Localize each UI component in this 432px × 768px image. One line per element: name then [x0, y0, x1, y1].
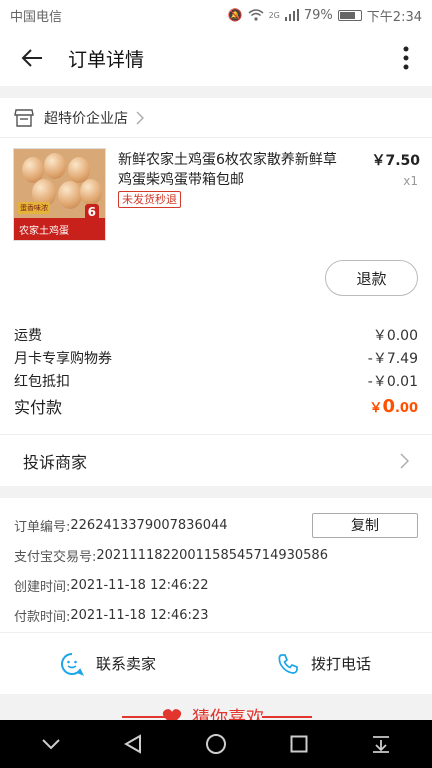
signal-icon [284, 9, 299, 21]
back-button[interactable] [18, 44, 46, 72]
contact-bar: 联系卖家 拨打电话 [0, 632, 432, 694]
product-image-band: 农家土鸡蛋 [14, 218, 105, 240]
carrier-label: 中国电信 [10, 9, 63, 25]
order-number-label: 订单编号: [14, 519, 71, 535]
product-image-tag: 蛋香味浓 [18, 202, 50, 214]
mute-icon: 🔕 [227, 8, 243, 22]
product-image[interactable]: 蛋香味浓 6 农家土鸡蛋 [13, 148, 106, 241]
nav-down-icon[interactable] [41, 738, 61, 750]
call-phone-label: 拨打电话 [310, 655, 371, 673]
complain-label: 投诉商家 [23, 452, 88, 472]
contact-seller-label: 联系卖家 [95, 655, 156, 673]
page-title: 订单详情 [68, 48, 145, 71]
cost-row-redpacket: 红包抵扣 -￥0.01 [14, 369, 418, 392]
divider [262, 716, 312, 718]
product-quantity: x1 [403, 174, 418, 188]
chevron-right-icon [400, 453, 409, 468]
cost-label: 月卡专享购物券 [14, 350, 112, 367]
nav-back-icon[interactable] [124, 734, 142, 754]
paid-row: 付款时间: 2021-11-18 12:46:23 [14, 600, 418, 630]
product-price: ￥7.50 [371, 153, 420, 169]
alipay-label: 支付宝交易号: [14, 549, 97, 565]
chat-icon [60, 652, 84, 676]
created-row: 创建时间: 2021-11-18 12:46:22 [14, 570, 418, 600]
cost-summary: 运费 ￥0.00 月卡专享购物券 -￥7.49 红包抵扣 -￥0.01 实付款 … [0, 298, 432, 434]
call-phone-button[interactable]: 拨打电话 [216, 653, 432, 675]
heart-icon [162, 709, 182, 720]
wifi-icon [248, 9, 264, 21]
back-arrow-icon [21, 49, 42, 67]
more-button[interactable] [398, 44, 414, 72]
battery-icon [337, 9, 362, 21]
cost-value: -￥7.49 [367, 350, 418, 367]
created-time: 2021-11-18 12:46:22 [70, 577, 209, 593]
network-label: 2G [268, 10, 280, 20]
total-integer: 0 [382, 395, 395, 417]
nav-drawer-icon[interactable] [371, 735, 391, 753]
complain-row[interactable]: 投诉商家 [0, 434, 432, 486]
total-decimal: .00 [394, 400, 418, 416]
order-info: 订单编号: 2262413379007836044 复制 支付宝交易号: 202… [0, 498, 432, 632]
status-bar: 中国电信 🔕 2G 79% 下午2:34 [0, 0, 432, 30]
created-label: 创建时间: [14, 579, 71, 595]
copy-button[interactable]: 复制 [312, 512, 418, 538]
system-nav-bar [0, 720, 432, 768]
status-badge: 未发货秒退 [118, 191, 181, 208]
cost-row-shipping: 运费 ￥0.00 [14, 323, 418, 346]
alipay-number: 2021111822001158545714930586 [96, 547, 328, 563]
cost-value: ￥0.00 [372, 327, 418, 344]
more-vertical-icon [403, 46, 409, 70]
paid-label: 付款时间: [14, 609, 71, 625]
contact-seller-button[interactable]: 联系卖家 [0, 652, 216, 676]
product-card: 蛋香味浓 6 农家土鸡蛋 新鲜农家土鸡蛋6枚农家散养新鲜草鸡蛋柴鸡蛋带箱包邮 未… [0, 138, 432, 298]
cost-label: 红包抵扣 [14, 373, 70, 390]
cost-row-coupon: 月卡专享购物券 -￥7.49 [14, 346, 418, 369]
total-row: 实付款 ￥0.00 [14, 392, 418, 420]
guess-you-like-header: 猜你喜欢 [0, 694, 432, 720]
phone-icon [278, 653, 298, 674]
total-value: ￥0.00 [369, 396, 418, 417]
shop-name: 超特价企业店 [44, 110, 128, 127]
total-label: 实付款 [14, 398, 63, 417]
shop-icon [14, 108, 34, 127]
battery-percent: 79% [303, 7, 333, 23]
paid-time: 2021-11-18 12:46:23 [70, 607, 209, 623]
guess-title: 猜你喜欢 [192, 708, 264, 720]
clock: 下午2:34 [366, 9, 422, 25]
shop-row[interactable]: 超特价企业店 [0, 98, 432, 138]
nav-home-icon[interactable] [205, 733, 227, 755]
refund-button[interactable]: 退款 [325, 260, 418, 296]
cost-value: -￥0.01 [367, 373, 418, 390]
total-currency: ￥ [369, 400, 383, 416]
order-number-row: 订单编号: 2262413379007836044 复制 [14, 510, 418, 540]
order-number: 2262413379007836044 [70, 517, 228, 533]
chevron-right-icon [136, 111, 144, 124]
product-name[interactable]: 新鲜农家土鸡蛋6枚农家散养新鲜草鸡蛋柴鸡蛋带箱包邮 [118, 150, 344, 190]
cost-label: 运费 [14, 327, 42, 344]
nav-recent-icon[interactable] [290, 735, 308, 753]
app-bar: 订单详情 [0, 30, 432, 86]
alipay-row: 支付宝交易号: 2021111822001158545714930586 [14, 540, 418, 570]
